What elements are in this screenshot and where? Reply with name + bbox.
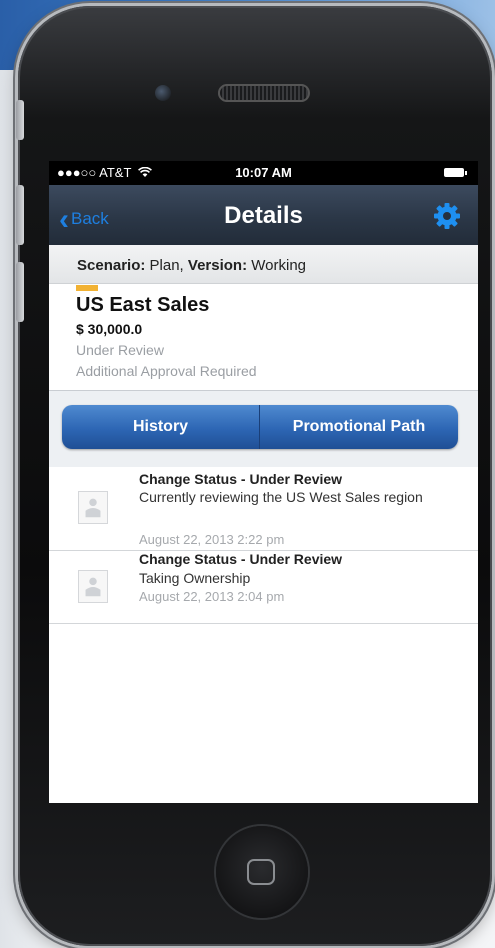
sales-detail-card: US East Sales $ 30,000.0 Under Review Ad… [49,284,478,391]
navigation-bar: ‹ Back Details [49,185,478,245]
card-approval-note: Additional Approval Required [76,363,257,379]
history-list: Change Status - Under Review Currently r… [49,467,478,624]
version-label: Version: [187,257,248,274]
scenario-label: Scenario: [77,257,146,274]
phone-screen: ●●●○○ AT&T 10:07 AM ‹ Back Details Scena… [49,161,478,803]
history-item-title: Change Status - Under Review [139,551,343,567]
history-item-timestamp: August 22, 2013 2:04 pm [139,589,285,604]
home-button-icon [247,859,275,885]
gear-icon[interactable] [432,201,462,231]
card-status: Under Review [76,342,164,358]
card-amount: $ 30,000.0 [76,321,143,337]
scenario-version-text: Scenario: Plan, Version: Working [77,257,306,274]
front-camera [155,85,171,101]
segmented-control-area: History Promotional Path [49,391,478,467]
battery-icon [444,168,467,177]
tab-promotional-path[interactable]: Promotional Path [260,405,458,449]
history-item-title: Change Status - Under Review [139,471,343,487]
version-value: Working [251,257,307,274]
earpiece-speaker [218,84,310,102]
volume-down-button [16,262,24,322]
history-item-description: Currently reviewing the US West Sales re… [139,489,423,505]
history-item[interactable]: Change Status - Under Review Currently r… [49,467,478,551]
tab-history[interactable]: History [62,405,259,449]
segmented-control: History Promotional Path [62,405,458,449]
scenario-value: Plan, [149,257,184,274]
history-item-description: Taking Ownership [139,570,251,586]
card-title: US East Sales [76,294,210,316]
status-flag [76,285,98,291]
history-item-timestamp: August 22, 2013 2:22 pm [139,532,285,547]
avatar-icon [78,570,108,603]
status-time: 10:07 AM [235,165,292,180]
page-title: Details [224,202,303,229]
avatar-icon [78,491,108,524]
status-bar: ●●●○○ AT&T 10:07 AM [49,161,478,185]
mute-switch [16,100,24,140]
volume-up-button [16,185,24,245]
scenario-version-bar: Scenario: Plan, Version: Working [49,245,478,284]
history-item[interactable]: Change Status - Under Review Taking Owne… [49,551,478,624]
